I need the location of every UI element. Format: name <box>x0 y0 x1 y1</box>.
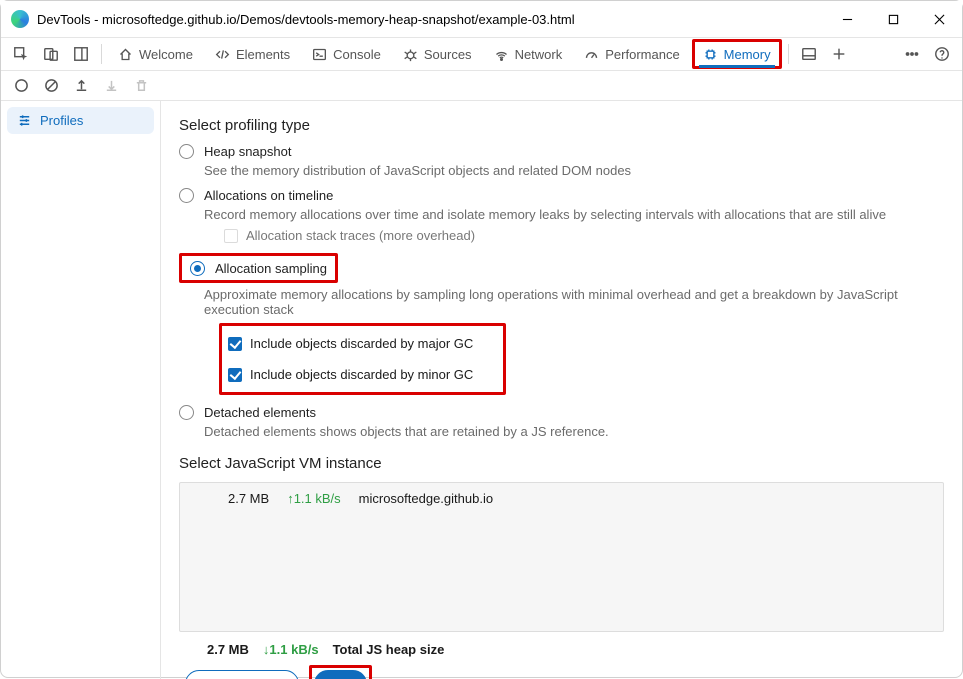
footer-buttons: Load profile Start <box>185 665 944 679</box>
option-title: Heap snapshot <box>204 144 291 159</box>
checkbox-minor-gc[interactable] <box>228 368 242 382</box>
highlight-box: Include objects discarded by major GC In… <box>219 323 506 395</box>
dock-side-icon[interactable] <box>67 40 95 68</box>
main-area: Profiles Select profiling type Heap snap… <box>1 101 962 679</box>
tab-label: Network <box>515 47 563 62</box>
record-button[interactable] <box>7 72 35 100</box>
tab-label: Memory <box>724 47 771 62</box>
option-desc: Approximate memory allocations by sampli… <box>204 287 944 317</box>
sub-option-major-gc[interactable]: Include objects discarded by major GC <box>228 336 473 351</box>
total-rate: ↓1.1 kB/s <box>263 642 319 657</box>
help-icon[interactable] <box>928 40 956 68</box>
devtools-tabstrip: Welcome Elements Console Sources Network… <box>1 37 962 71</box>
sliders-icon <box>17 113 32 128</box>
option-title: Detached elements <box>204 405 316 420</box>
tab-label: Welcome <box>139 47 193 62</box>
option-desc: Detached elements shows objects that are… <box>204 424 944 439</box>
option-heap-snapshot[interactable]: Heap snapshot See the memory distributio… <box>179 144 944 178</box>
device-emulation-icon[interactable] <box>37 40 65 68</box>
radio-detached-elements[interactable] <box>179 405 194 420</box>
radio-allocations-timeline[interactable] <box>179 188 194 203</box>
window-titlebar: DevTools - microsoftedge.github.io/Demos… <box>1 1 962 37</box>
chip-icon <box>703 47 718 62</box>
sub-option-label: Allocation stack traces (more overhead) <box>246 228 475 243</box>
window-title: DevTools - microsoftedge.github.io/Demos… <box>37 12 824 27</box>
window-close-button[interactable] <box>916 1 962 37</box>
checkbox-stack-traces <box>224 229 238 243</box>
option-desc: Record memory allocations over time and … <box>204 207 944 222</box>
tab-label: Console <box>333 47 381 62</box>
highlight-box: Allocation sampling <box>179 253 338 283</box>
memory-toolbar <box>1 71 962 101</box>
sub-option-label: Include objects discarded by minor GC <box>250 367 473 382</box>
highlight-box: Start <box>309 665 372 679</box>
option-title: Allocations on timeline <box>204 188 333 203</box>
option-desc: See the memory distribution of JavaScrip… <box>204 163 944 178</box>
tab-elements[interactable]: Elements <box>205 40 300 68</box>
tab-welcome[interactable]: Welcome <box>108 40 203 68</box>
window-maximize-button[interactable] <box>870 1 916 37</box>
tab-console[interactable]: Console <box>302 40 391 68</box>
profiling-type-heading: Select profiling type <box>179 117 944 134</box>
total-size: 2.7 MB <box>207 642 249 657</box>
add-tab-icon[interactable] <box>825 40 853 68</box>
radio-allocation-sampling[interactable] <box>190 261 205 276</box>
option-detached-elements[interactable]: Detached elements Detached elements show… <box>179 405 944 439</box>
window-minimize-button[interactable] <box>824 1 870 37</box>
gauge-icon <box>584 47 599 62</box>
option-allocations-timeline[interactable]: Allocations on timeline Record memory al… <box>179 188 944 243</box>
tab-network[interactable]: Network <box>484 40 573 68</box>
checkbox-major-gc[interactable] <box>228 337 242 351</box>
upload-icon[interactable] <box>67 72 95 100</box>
sub-option-label: Include objects discarded by major GC <box>250 336 473 351</box>
vm-instance-row[interactable]: 2.7 MB ↑1.1 kB/s microsoftedge.github.io <box>228 491 493 506</box>
tab-label: Elements <box>236 47 290 62</box>
clear-button[interactable] <box>37 72 65 100</box>
sub-option-stack-traces: Allocation stack traces (more overhead) <box>224 228 944 243</box>
total-label: Total JS heap size <box>333 642 445 657</box>
option-title: Allocation sampling <box>215 261 327 276</box>
vm-instance-heading: Select JavaScript VM instance <box>179 455 944 472</box>
radio-heap-snapshot[interactable] <box>179 144 194 159</box>
window-controls <box>824 1 962 37</box>
bug-icon <box>403 47 418 62</box>
wifi-icon <box>494 47 509 62</box>
sidebar-label: Profiles <box>40 113 83 128</box>
tab-performance[interactable]: Performance <box>574 40 689 68</box>
more-options-icon[interactable] <box>898 40 926 68</box>
tab-memory[interactable]: Memory <box>692 39 782 69</box>
code-icon <box>215 47 230 62</box>
vm-rate: ↑1.1 kB/s <box>287 491 340 506</box>
memory-content: Select profiling type Heap snapshot See … <box>161 101 962 679</box>
option-allocation-sampling[interactable]: Allocation sampling Approximate memory a… <box>179 253 944 395</box>
edge-logo-icon <box>11 10 29 28</box>
divider <box>101 44 102 64</box>
divider <box>788 44 789 64</box>
vm-size: 2.7 MB <box>228 491 269 506</box>
inspect-element-icon[interactable] <box>7 40 35 68</box>
tab-label: Performance <box>605 47 679 62</box>
drawer-toggle-icon[interactable] <box>795 40 823 68</box>
tab-label: Sources <box>424 47 472 62</box>
vm-host: microsoftedge.github.io <box>359 491 493 506</box>
footer-stats: 2.7 MB ↓1.1 kB/s Total JS heap size <box>207 642 944 657</box>
home-icon <box>118 47 133 62</box>
console-icon <box>312 47 327 62</box>
delete-icon[interactable] <box>127 72 155 100</box>
tab-sources[interactable]: Sources <box>393 40 482 68</box>
download-icon[interactable] <box>97 72 125 100</box>
vm-instance-list[interactable]: 2.7 MB ↑1.1 kB/s microsoftedge.github.io <box>179 482 944 632</box>
memory-sidebar: Profiles <box>1 101 161 679</box>
sidebar-item-profiles[interactable]: Profiles <box>7 107 154 134</box>
sub-option-minor-gc[interactable]: Include objects discarded by minor GC <box>228 367 473 382</box>
